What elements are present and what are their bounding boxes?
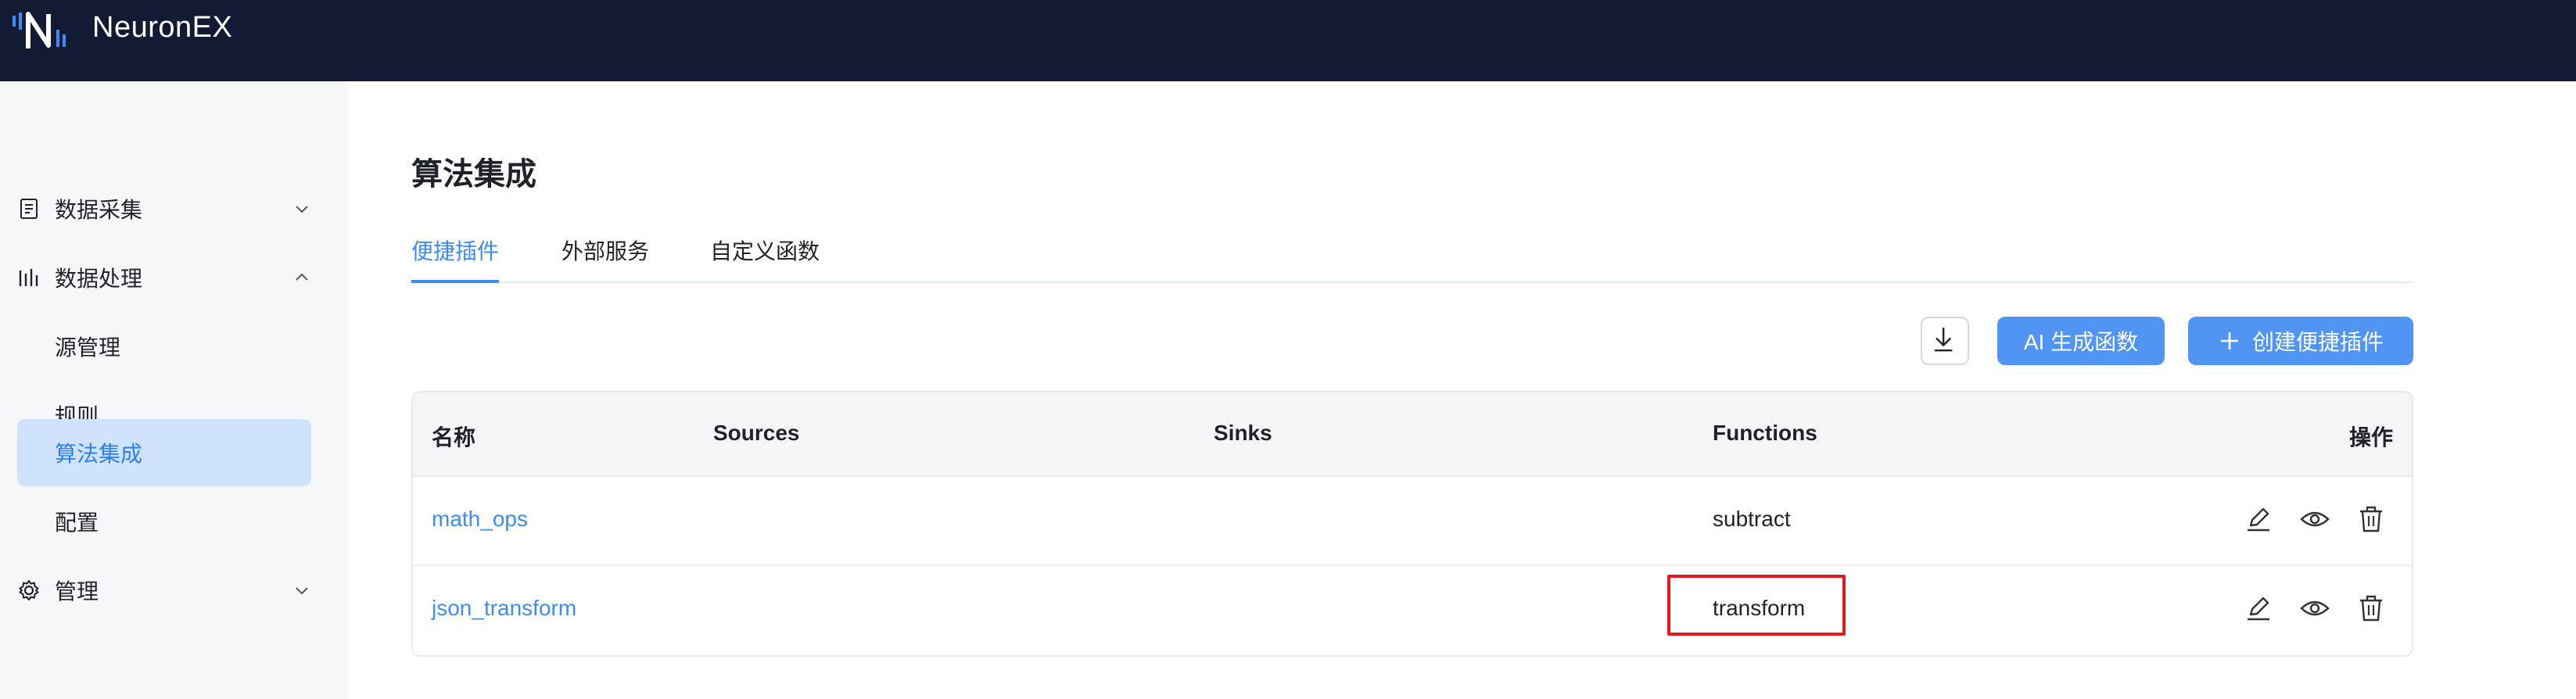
plus-icon (2220, 332, 2238, 350)
column-header-sources: Sources (713, 421, 800, 445)
gear-icon (19, 580, 39, 600)
sidebar-item-algorithm-integration[interactable]: 算法集成 (17, 419, 311, 486)
sidebar-item-label: 数据处理 (55, 267, 143, 291)
sidebar-item-management[interactable]: 管理 (17, 557, 311, 624)
plugin-name-link[interactable]: json_transform (432, 596, 576, 621)
sidebar-item-data-collection[interactable]: 数据采集 (17, 175, 311, 242)
brand-name: NeuronEX (92, 11, 233, 44)
trash-icon[interactable] (2355, 504, 2387, 535)
edit-icon[interactable] (2243, 504, 2274, 535)
ai-button-label: AI 生成函数 (2023, 330, 2139, 354)
sidebar-item-source-management[interactable]: 源管理 (17, 313, 311, 380)
column-header-actions: 操作 (2348, 425, 2393, 450)
tab-external-services[interactable]: 外部服务 (561, 227, 649, 281)
highlight-box (1667, 575, 1846, 636)
chevron-down-icon (296, 206, 308, 213)
page-title: 算法集成 (411, 157, 536, 192)
sidebar-item-label: 管理 (55, 579, 99, 604)
neuronex-logo (13, 12, 66, 48)
main-content: 算法集成 便捷插件 外部服务 自定义函数 AI 生成函数 创建便捷插件 名称 S… (349, 81, 2576, 699)
table-header: 名称 Sources Sinks Functions 操作 (413, 393, 2412, 477)
column-header-name: 名称 (432, 425, 476, 450)
sidebar-item-data-processing[interactable]: 数据处理 (17, 244, 311, 311)
sidebar-item-label: 数据采集 (55, 198, 143, 222)
sidebar: 数据采集 数据处理 源管理 规则 算法集成 配置 管理 (0, 81, 349, 699)
sidebar-subitem-label: 配置 (55, 511, 99, 535)
tab-custom-functions[interactable]: 自定义函数 (710, 227, 820, 281)
eye-icon[interactable] (2299, 593, 2330, 624)
create-button-label: 创建便捷插件 (2251, 330, 2384, 354)
create-plugin-button[interactable]: 创建便捷插件 (2188, 317, 2413, 365)
download-icon (1934, 327, 1953, 352)
table-row: json_transform transform (413, 565, 2412, 654)
tab-convenient-plugins[interactable]: 便捷插件 (411, 227, 500, 283)
eye-icon[interactable] (2299, 504, 2330, 535)
download-button[interactable] (1921, 317, 1969, 365)
tab-bar: 便捷插件 外部服务 自定义函数 (411, 227, 2413, 283)
trash-icon[interactable] (2355, 593, 2387, 624)
edit-icon[interactable] (2243, 593, 2274, 624)
data-processing-icon (19, 269, 38, 286)
column-header-sinks: Sinks (1214, 421, 1272, 445)
sidebar-subitem-label: 源管理 (55, 335, 121, 360)
sidebar-subitem-label: 算法集成 (55, 442, 143, 466)
ai-generate-function-button[interactable]: AI 生成函数 (1997, 317, 2165, 365)
plugins-table: 名称 Sources Sinks Functions 操作 math_ops s… (411, 391, 2413, 657)
top-bar: NeuronEX (0, 0, 2576, 81)
column-header-functions: Functions (1713, 421, 1817, 445)
data-collection-icon (20, 199, 38, 219)
table-row: math_ops subtract (413, 475, 2412, 566)
chevron-up-icon (296, 273, 308, 281)
chevron-down-icon (296, 587, 308, 595)
plugin-functions: subtract (1713, 507, 1791, 531)
plugin-name-link[interactable]: math_ops (432, 507, 528, 532)
sidebar-item-config[interactable]: 配置 (17, 488, 311, 555)
